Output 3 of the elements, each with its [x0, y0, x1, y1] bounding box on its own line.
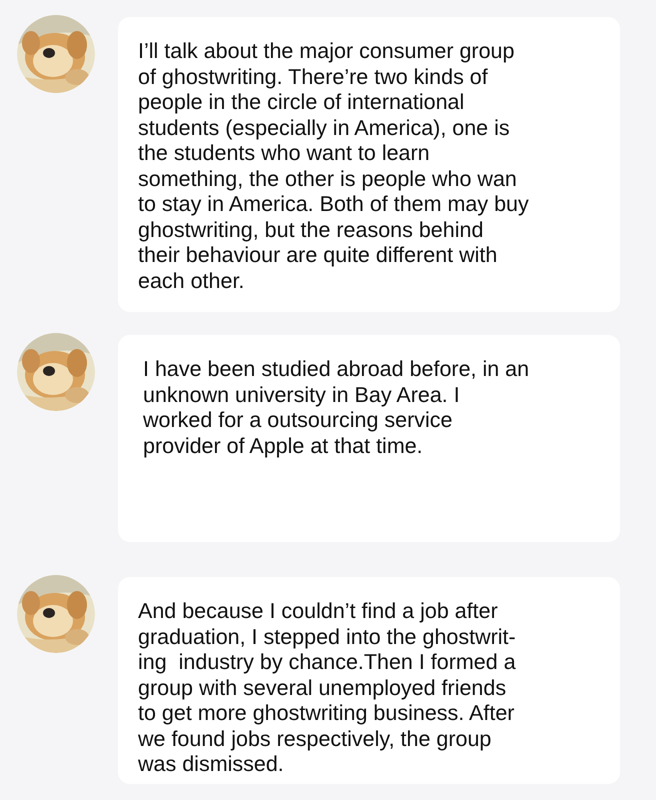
message-text: I have been studied abroad before, in an unknown university in Bay Area. I worked for a outsourcing service provider of Apple at that time. — [143, 357, 530, 459]
message-text: And because I couldn’t find a job after graduation, I stepped into the ghostwrit- ing industry by chance.Then I formed a group with several unemployed friends to get more ghostwriting business. After we found jobs respectively, the group was dismissed. — [138, 599, 517, 778]
message-text: I’ll talk about the major consumer group of ghostwriting. There’re two kinds of people in the circle of international students (especially in America), one is the students who want to learn something, the other is people who wan to stay in America. Both of them may buy ghostwriting, but the reasons behind their behaviour are quite different with each other. — [138, 39, 530, 294]
